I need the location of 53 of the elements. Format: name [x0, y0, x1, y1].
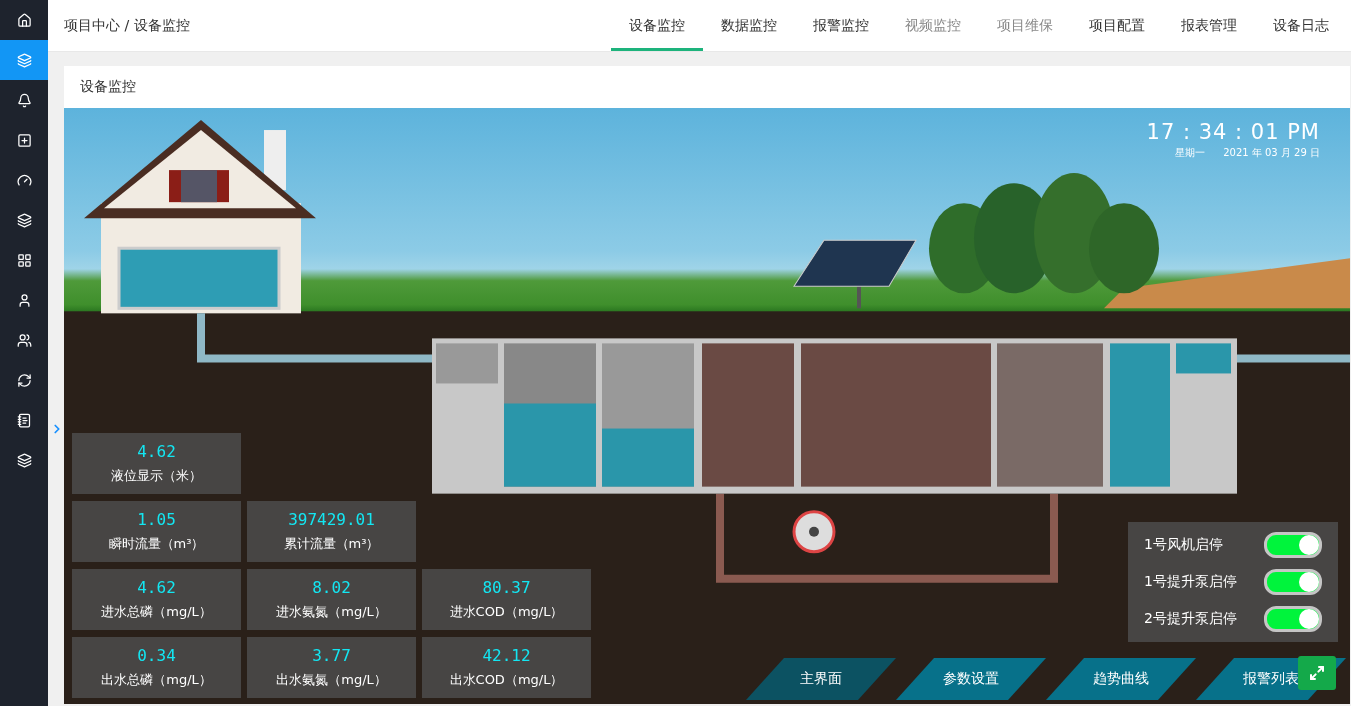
grid-icon — [16, 252, 32, 268]
toggle-switch[interactable] — [1264, 606, 1322, 632]
user-icon — [16, 292, 32, 308]
reading-value: 8.02 — [312, 578, 351, 597]
circle-arrows-icon — [16, 372, 32, 388]
date-text: 2021 年 03 月 29 日 — [1223, 146, 1320, 160]
panel-title: 设备监控 — [79, 77, 137, 96]
nav-tab[interactable]: 报表管理 — [1163, 0, 1255, 51]
reading-value: 80.37 — [482, 578, 531, 597]
reading-label: 累计流量（m³） — [283, 535, 380, 553]
reading-value: 42.12 — [482, 646, 531, 665]
users-icon — [16, 332, 32, 348]
switch-label: 1号风机启停 — [1144, 536, 1223, 554]
nav-button[interactable]: 趋势曲线 — [1046, 658, 1196, 700]
bell-icon — [16, 92, 32, 108]
nav-button[interactable]: 主界面 — [746, 658, 896, 700]
reading-label: 出水COD（mg/L） — [449, 671, 564, 689]
reading-value: 1.05 — [137, 510, 176, 529]
nav-tab[interactable]: 设备监控 — [611, 0, 703, 51]
reading-label: 进水氨氮（mg/L） — [276, 603, 387, 621]
weekday-text: 星期一 — [1175, 146, 1206, 160]
nav-tab[interactable]: 数据监控 — [703, 0, 795, 51]
toggle-switch[interactable] — [1264, 569, 1322, 595]
reading-label: 进水总磷（mg/L） — [101, 603, 212, 621]
toggle-switch[interactable] — [1264, 532, 1322, 558]
reading-value: 3.77 — [312, 646, 351, 665]
reading-label: 出水氨氮（mg/L） — [276, 671, 387, 689]
layers-icon — [16, 52, 32, 68]
reading-label: 出水总磷（mg/L） — [101, 671, 212, 689]
switch-label: 2号提升泵启停 — [1144, 610, 1237, 628]
nav-tab[interactable]: 报警监控 — [795, 0, 887, 51]
layers-icon — [16, 212, 32, 228]
nav-tab[interactable]: 设备日志 — [1255, 0, 1347, 51]
reading-value: 4.62 — [137, 442, 176, 461]
list-icon — [16, 412, 32, 428]
layers-icon — [16, 452, 32, 468]
reading-label: 进水COD（mg/L） — [449, 603, 564, 621]
reading-label: 液位显示（米） — [111, 467, 202, 485]
home-icon — [16, 12, 32, 28]
reading-value: 4.62 — [137, 578, 176, 597]
nav-button[interactable]: 参数设置 — [896, 658, 1046, 700]
clock-time: 17 : 34 : 01 PM — [1146, 120, 1320, 144]
fullscreen-button[interactable] — [1298, 656, 1336, 690]
nav-tab[interactable]: 项目配置 — [1071, 0, 1163, 51]
plus-square-icon — [16, 132, 32, 148]
switch-label: 1号提升泵启停 — [1144, 573, 1237, 591]
reading-value: 0.34 — [137, 646, 176, 665]
breadcrumb: 项目中心 / 设备监控 — [63, 15, 190, 35]
reading-value: 397429.01 — [288, 510, 375, 529]
reading-label: 瞬时流量（m³） — [108, 535, 205, 553]
gauge-icon — [16, 172, 32, 188]
fullscreen-icon — [1309, 665, 1325, 681]
fan-drawing — [792, 510, 836, 554]
